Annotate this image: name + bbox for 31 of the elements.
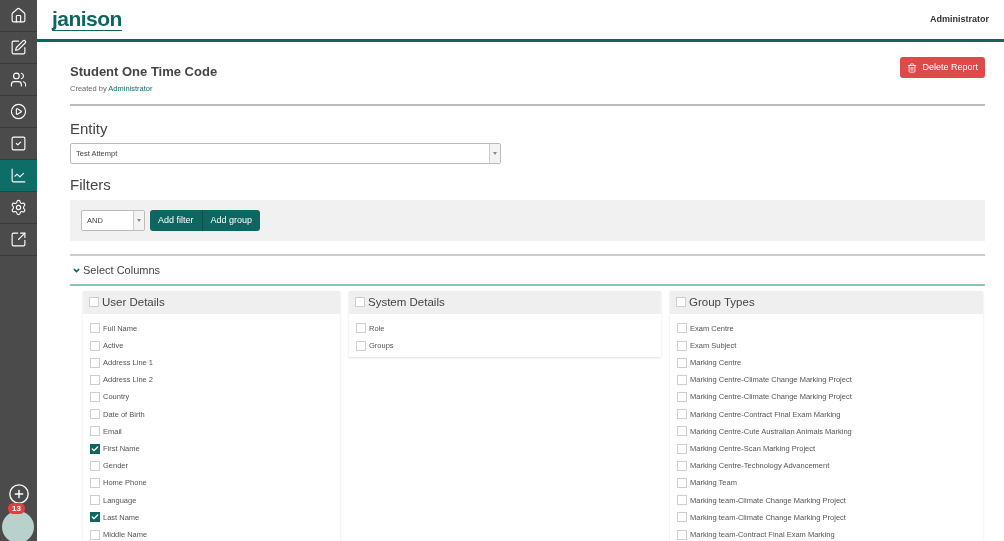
home-icon: [10, 7, 27, 24]
edit-icon: [10, 39, 27, 56]
select-columns-toggle[interactable]: Select Columns: [72, 262, 161, 279]
filters-heading: Filters: [70, 176, 112, 195]
entity-heading: Entity: [70, 120, 109, 139]
group-title: Group Types: [689, 294, 755, 310]
external-link-icon: [10, 231, 27, 248]
filter-action-button[interactable]: Add filter: [150, 210, 202, 232]
add-button[interactable]: [7, 483, 30, 505]
logo[interactable]: janison: [52, 8, 122, 31]
delete-report-button[interactable]: Delete Report: [900, 57, 985, 78]
chart-icon: [10, 167, 27, 184]
group-title: System Details: [368, 294, 445, 310]
user-name[interactable]: Administrator: [930, 12, 989, 27]
settings-icon: [10, 199, 27, 216]
sidebar-item[interactable]: [0, 160, 37, 192]
checkbox[interactable]: [90, 512, 100, 523]
filter-action-button[interactable]: Add group: [201, 210, 261, 232]
play-icon: [10, 103, 27, 120]
caret-icon: [137, 219, 141, 223]
report-title: Student One Time Code: [70, 63, 218, 81]
group-title: User Details: [102, 294, 165, 310]
people-icon: [10, 71, 27, 88]
notification-badge: 13: [8, 503, 25, 514]
trash-icon: [907, 62, 918, 73]
chevron-icon: [72, 266, 81, 275]
avatar[interactable]: [2, 511, 34, 541]
checkbox-icon: [10, 135, 27, 152]
caret-icon: [493, 152, 497, 156]
checkbox[interactable]: [90, 443, 100, 454]
add-icon: [7, 483, 30, 505]
